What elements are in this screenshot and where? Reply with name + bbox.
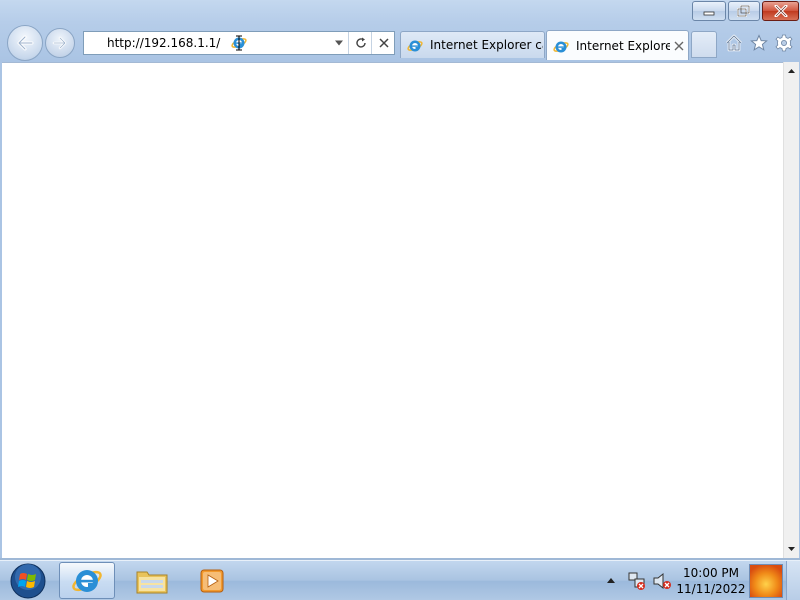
text-cursor-icon xyxy=(236,35,242,51)
back-arrow-icon xyxy=(17,35,34,51)
vertical-scrollbar[interactable] xyxy=(783,62,799,558)
refresh-button[interactable] xyxy=(348,32,372,54)
favorites-star-icon[interactable] xyxy=(750,34,768,52)
media-player-icon xyxy=(200,569,224,592)
tab-label: Internet Explore... xyxy=(576,39,670,53)
chevron-down-icon xyxy=(335,40,343,46)
close-button[interactable] xyxy=(762,1,799,21)
forward-arrow-icon xyxy=(52,36,67,50)
show-hidden-icons-arrow[interactable] xyxy=(604,574,618,588)
stop-icon xyxy=(378,38,389,48)
tools-gear-icon[interactable] xyxy=(775,34,793,52)
refresh-icon xyxy=(355,37,366,48)
title-bar[interactable] xyxy=(0,0,800,24)
close-tab-icon[interactable] xyxy=(672,39,686,53)
home-icon[interactable] xyxy=(725,34,743,52)
minimize-button[interactable] xyxy=(692,1,726,21)
network-disconnected-icon[interactable] xyxy=(627,571,647,591)
show-desktop-button[interactable] xyxy=(786,561,800,600)
url-input[interactable] xyxy=(107,33,327,53)
address-bar xyxy=(83,31,395,55)
stop-button[interactable] xyxy=(371,32,395,54)
address-dropdown-button[interactable] xyxy=(330,32,348,54)
taskbar-internet-explorer[interactable] xyxy=(59,562,115,599)
back-button[interactable] xyxy=(7,25,43,61)
taskbar-windows-explorer[interactable] xyxy=(124,562,180,599)
new-tab-button[interactable] xyxy=(691,31,717,58)
browser-window: Internet Explorer ca... Internet Explore… xyxy=(0,0,800,560)
system-clock[interactable]: 10:00 PM 11/11/2022 xyxy=(676,565,746,597)
windows-explorer-icon xyxy=(136,571,168,593)
desktop-preview-thumbnail[interactable] xyxy=(749,564,783,598)
internet-explorer-icon xyxy=(553,41,569,53)
taskbar-media-player[interactable] xyxy=(184,562,240,599)
tab-label: Internet Explorer ca... xyxy=(430,38,543,52)
volume-muted-icon[interactable] xyxy=(652,571,672,591)
scroll-up-arrow-icon[interactable] xyxy=(784,64,799,78)
tab-internet-explorer-2-active[interactable]: Internet Explore... xyxy=(546,30,689,60)
taskbar: 10:00 PM 11/11/2022 xyxy=(0,560,800,600)
clock-date: 11/11/2022 xyxy=(676,582,746,596)
tab-internet-explorer-1[interactable]: Internet Explorer ca... xyxy=(400,31,545,58)
internet-explorer-icon xyxy=(72,569,102,592)
clock-time: 10:00 PM xyxy=(683,566,739,580)
restore-button[interactable] xyxy=(728,1,760,21)
minimize-icon xyxy=(703,11,715,16)
forward-button[interactable] xyxy=(45,28,75,58)
internet-explorer-icon xyxy=(407,40,423,52)
restore-icon xyxy=(737,5,750,17)
close-icon xyxy=(774,5,787,17)
page-content-area[interactable] xyxy=(2,62,783,559)
start-button[interactable] xyxy=(4,562,48,600)
scroll-down-arrow-icon[interactable] xyxy=(784,542,799,556)
